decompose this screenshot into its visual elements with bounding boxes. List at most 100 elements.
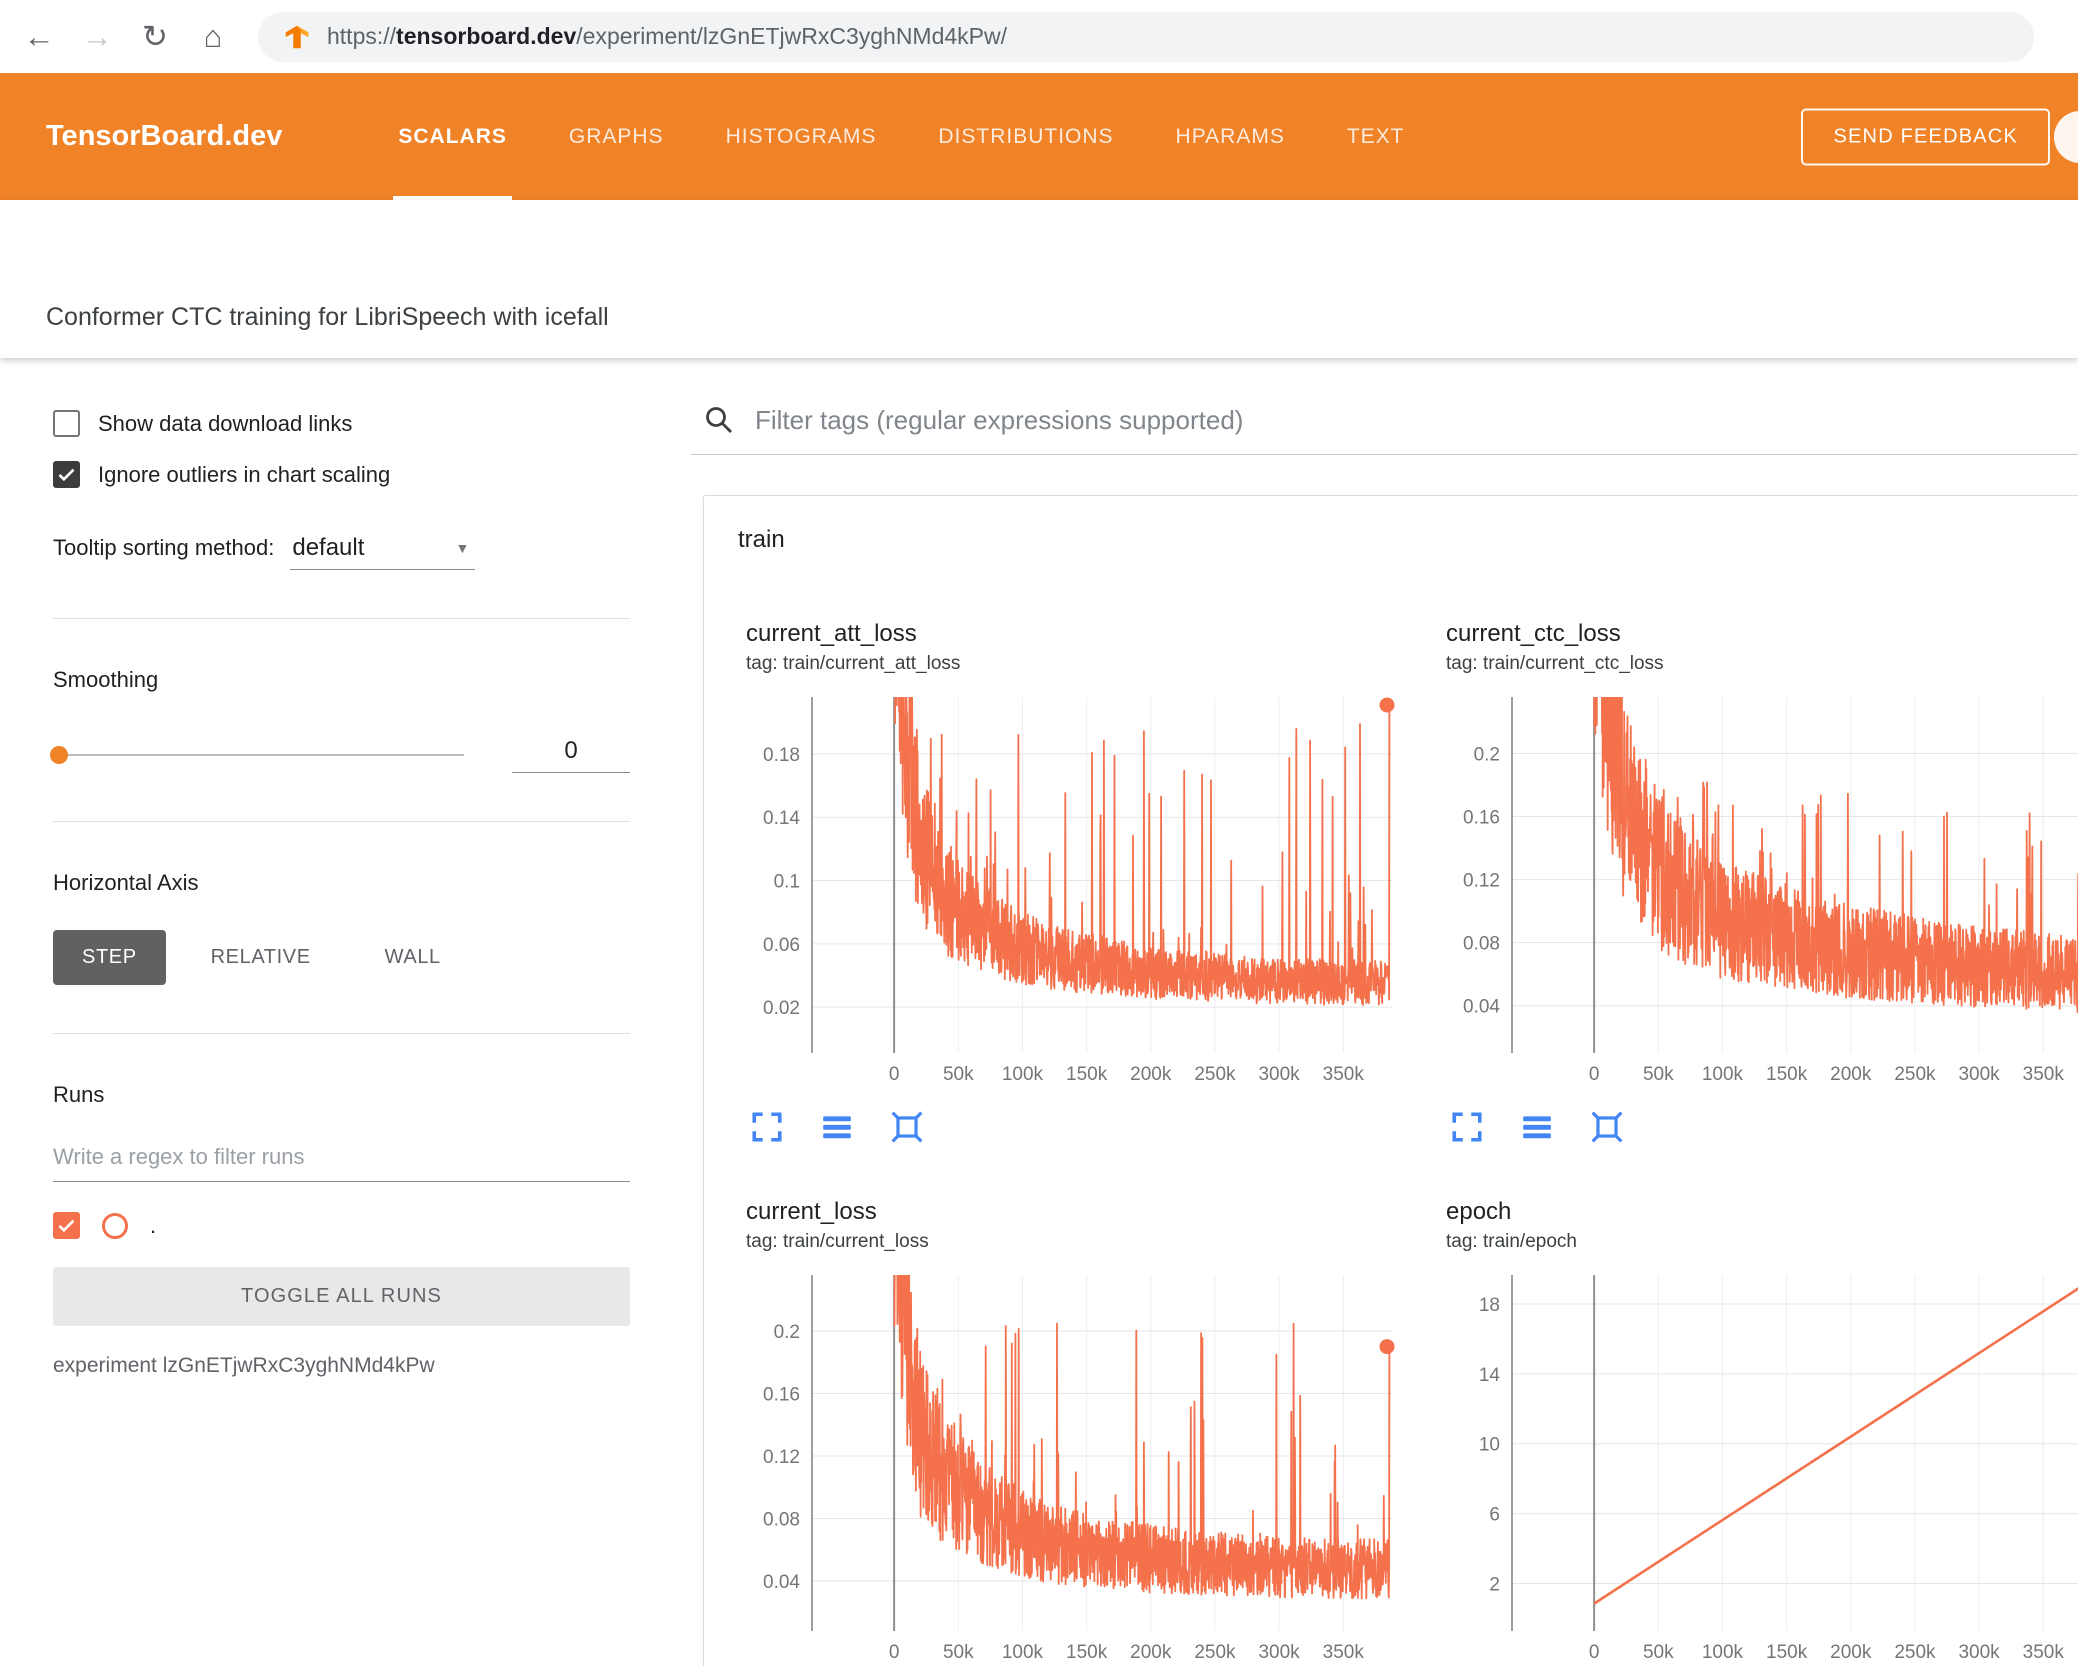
reload-button[interactable]: ↻ [134,21,176,52]
run-color-circle [102,1212,128,1239]
chart-plot-current_ctc_loss[interactable]: 0 50k 100k 150k 200k 250k 300k 350k 0.04 0.08 0.12… [1440,687,2078,1089]
svg-text:50k: 50k [943,1064,974,1085]
check-icon [58,1219,75,1233]
tab-text[interactable]: TEXT [1316,73,1436,200]
url-domain: tensorboard.dev [396,23,577,49]
svg-text:350k: 350k [2023,1642,2065,1663]
show-download-checkbox[interactable] [53,410,80,437]
svg-text:50k: 50k [1643,1064,1674,1085]
tag-filter-input[interactable] [755,404,2078,436]
section-title[interactable]: train [704,496,2078,554]
show-download-label: Show data download links [98,410,353,436]
chart-title: current_loss [746,1198,877,1225]
svg-text:0.08: 0.08 [1463,934,1500,955]
chart-tag: tag: train/current_loss [746,1231,929,1252]
tag-filter-row [691,404,2078,455]
svg-text:0.16: 0.16 [763,1384,800,1405]
svg-text:200k: 200k [1830,1642,1872,1663]
tensorboard-favicon [285,25,309,48]
tab-graphs[interactable]: GRAPHS [538,73,695,200]
app-header: TensorBoard.dev SCALARS GRAPHS HISTOGRAMS D… [0,73,2078,200]
chevron-down-icon: ▼ [455,540,470,556]
svg-text:300k: 300k [1958,1064,2000,1085]
axis-option-wall[interactable]: WALL [356,930,470,985]
svg-text:0.18: 0.18 [763,745,800,766]
divider [53,821,630,822]
svg-text:0: 0 [1589,1642,1600,1663]
svg-text:250k: 250k [1194,1642,1236,1663]
expand-chart-button[interactable] [750,1110,784,1144]
show-download-row[interactable]: Show data download links [53,410,630,437]
svg-text:0: 0 [889,1064,900,1085]
toggle-y-axis-button[interactable] [820,1110,854,1144]
avatar[interactable] [2054,110,2078,163]
chart-toolbar [750,1110,1428,1144]
tab-scalars[interactable]: SCALARS [367,73,538,200]
svg-text:100k: 100k [1702,1642,1744,1663]
home-button[interactable]: ⌂ [192,21,234,52]
smoothing-slider-thumb[interactable] [50,746,68,764]
svg-text:250k: 250k [1894,1642,1936,1663]
svg-text:300k: 300k [1258,1064,1300,1085]
toggle-all-runs-button[interactable]: TOGGLE ALL RUNS [53,1267,630,1326]
divider [53,1033,630,1034]
nav-tabs: SCALARS GRAPHS HISTOGRAMS DISTRIBUTIONS HPAR… [367,73,1435,200]
run-row[interactable]: . [53,1212,630,1239]
run-name: . [150,1212,157,1238]
chart-tag: tag: train/current_ctc_loss [1446,653,1664,674]
svg-text:0.12: 0.12 [1463,871,1500,892]
back-button[interactable]: ← [18,21,60,52]
smoothing-value-input[interactable] [512,737,630,773]
toggle-y-axis-button[interactable] [1520,1110,1554,1144]
fit-domain-button[interactable] [1590,1110,1624,1144]
experiment-title-bar: Conformer CTC training for LibriSpeech w… [0,200,2078,358]
run-checkbox[interactable] [53,1212,80,1239]
svg-text:250k: 250k [1194,1064,1236,1085]
smoothing-label: Smoothing [53,667,159,692]
tooltip-sorting-value: default [292,534,365,561]
tab-hparams[interactable]: HPARAMS [1145,73,1316,200]
svg-text:0.14: 0.14 [763,808,800,829]
chart-plot-current_att_loss[interactable]: 0 50k 100k 150k 200k 250k 300k 350k 0.02 0.06 0.1 0… [740,687,1400,1089]
axis-option-relative[interactable]: RELATIVE [182,930,340,985]
expand-chart-button[interactable] [1450,1110,1484,1144]
settings-sidebar: Show data download links Ignore outliers… [0,358,677,1666]
tab-distributions[interactable]: DISTRIBUTIONS [907,73,1144,200]
horizontal-axis-buttons: STEP RELATIVE WALL [53,930,630,985]
svg-text:2: 2 [1489,1574,1500,1595]
tooltip-sorting-row: Tooltip sorting method: default ▼ [53,534,630,570]
check-icon [58,468,75,482]
smoothing-row [50,737,630,773]
svg-text:200k: 200k [1130,1642,1172,1663]
tab-histograms[interactable]: HISTOGRAMS [695,73,908,200]
svg-text:0.04: 0.04 [763,1572,800,1593]
forward-button[interactable]: → [76,21,118,52]
svg-text:150k: 150k [1766,1642,1808,1663]
svg-text:200k: 200k [1130,1064,1172,1085]
svg-text:300k: 300k [1958,1642,2000,1663]
url-text: https://tensorboard.dev/experiment/lzGnE… [327,23,1007,50]
tooltip-sorting-dropdown[interactable]: default ▼ [290,534,476,570]
svg-text:350k: 350k [1323,1064,1365,1085]
chart-plot-epoch[interactable]: 0 50k 100k 150k 200k 250k 300k 350k 2 6 10 14 18 [1440,1265,2078,1666]
svg-text:250k: 250k [1894,1064,1936,1085]
svg-text:0: 0 [1589,1064,1600,1085]
svg-text:350k: 350k [2023,1064,2065,1085]
send-feedback-button[interactable]: SEND FEEDBACK [1801,108,2050,165]
chart-plot-current_loss[interactable]: 0 50k 100k 150k 200k 250k 300k 350k 0.04 0.08 0.12… [740,1265,1400,1666]
svg-text:0: 0 [889,1642,900,1663]
axis-option-step[interactable]: STEP [53,930,166,985]
svg-text:0.08: 0.08 [763,1509,800,1530]
search-icon [706,407,732,433]
horizontal-axis-label: Horizontal Axis [53,870,199,895]
fit-domain-button[interactable] [890,1110,924,1144]
address-bar[interactable]: https://tensorboard.dev/experiment/lzGnE… [258,11,2034,62]
runs-filter-input[interactable] [53,1144,630,1182]
ignore-outliers-checkbox[interactable] [53,461,80,488]
svg-text:0.2: 0.2 [1474,744,1500,765]
smoothing-slider[interactable] [50,746,464,764]
svg-text:100k: 100k [1002,1642,1044,1663]
train-section-card: train current_att_loss tag: train/current… [703,495,2078,1666]
ignore-outliers-row[interactable]: Ignore outliers in chart scaling [53,461,630,488]
app-logo[interactable]: TensorBoard.dev [46,120,282,153]
